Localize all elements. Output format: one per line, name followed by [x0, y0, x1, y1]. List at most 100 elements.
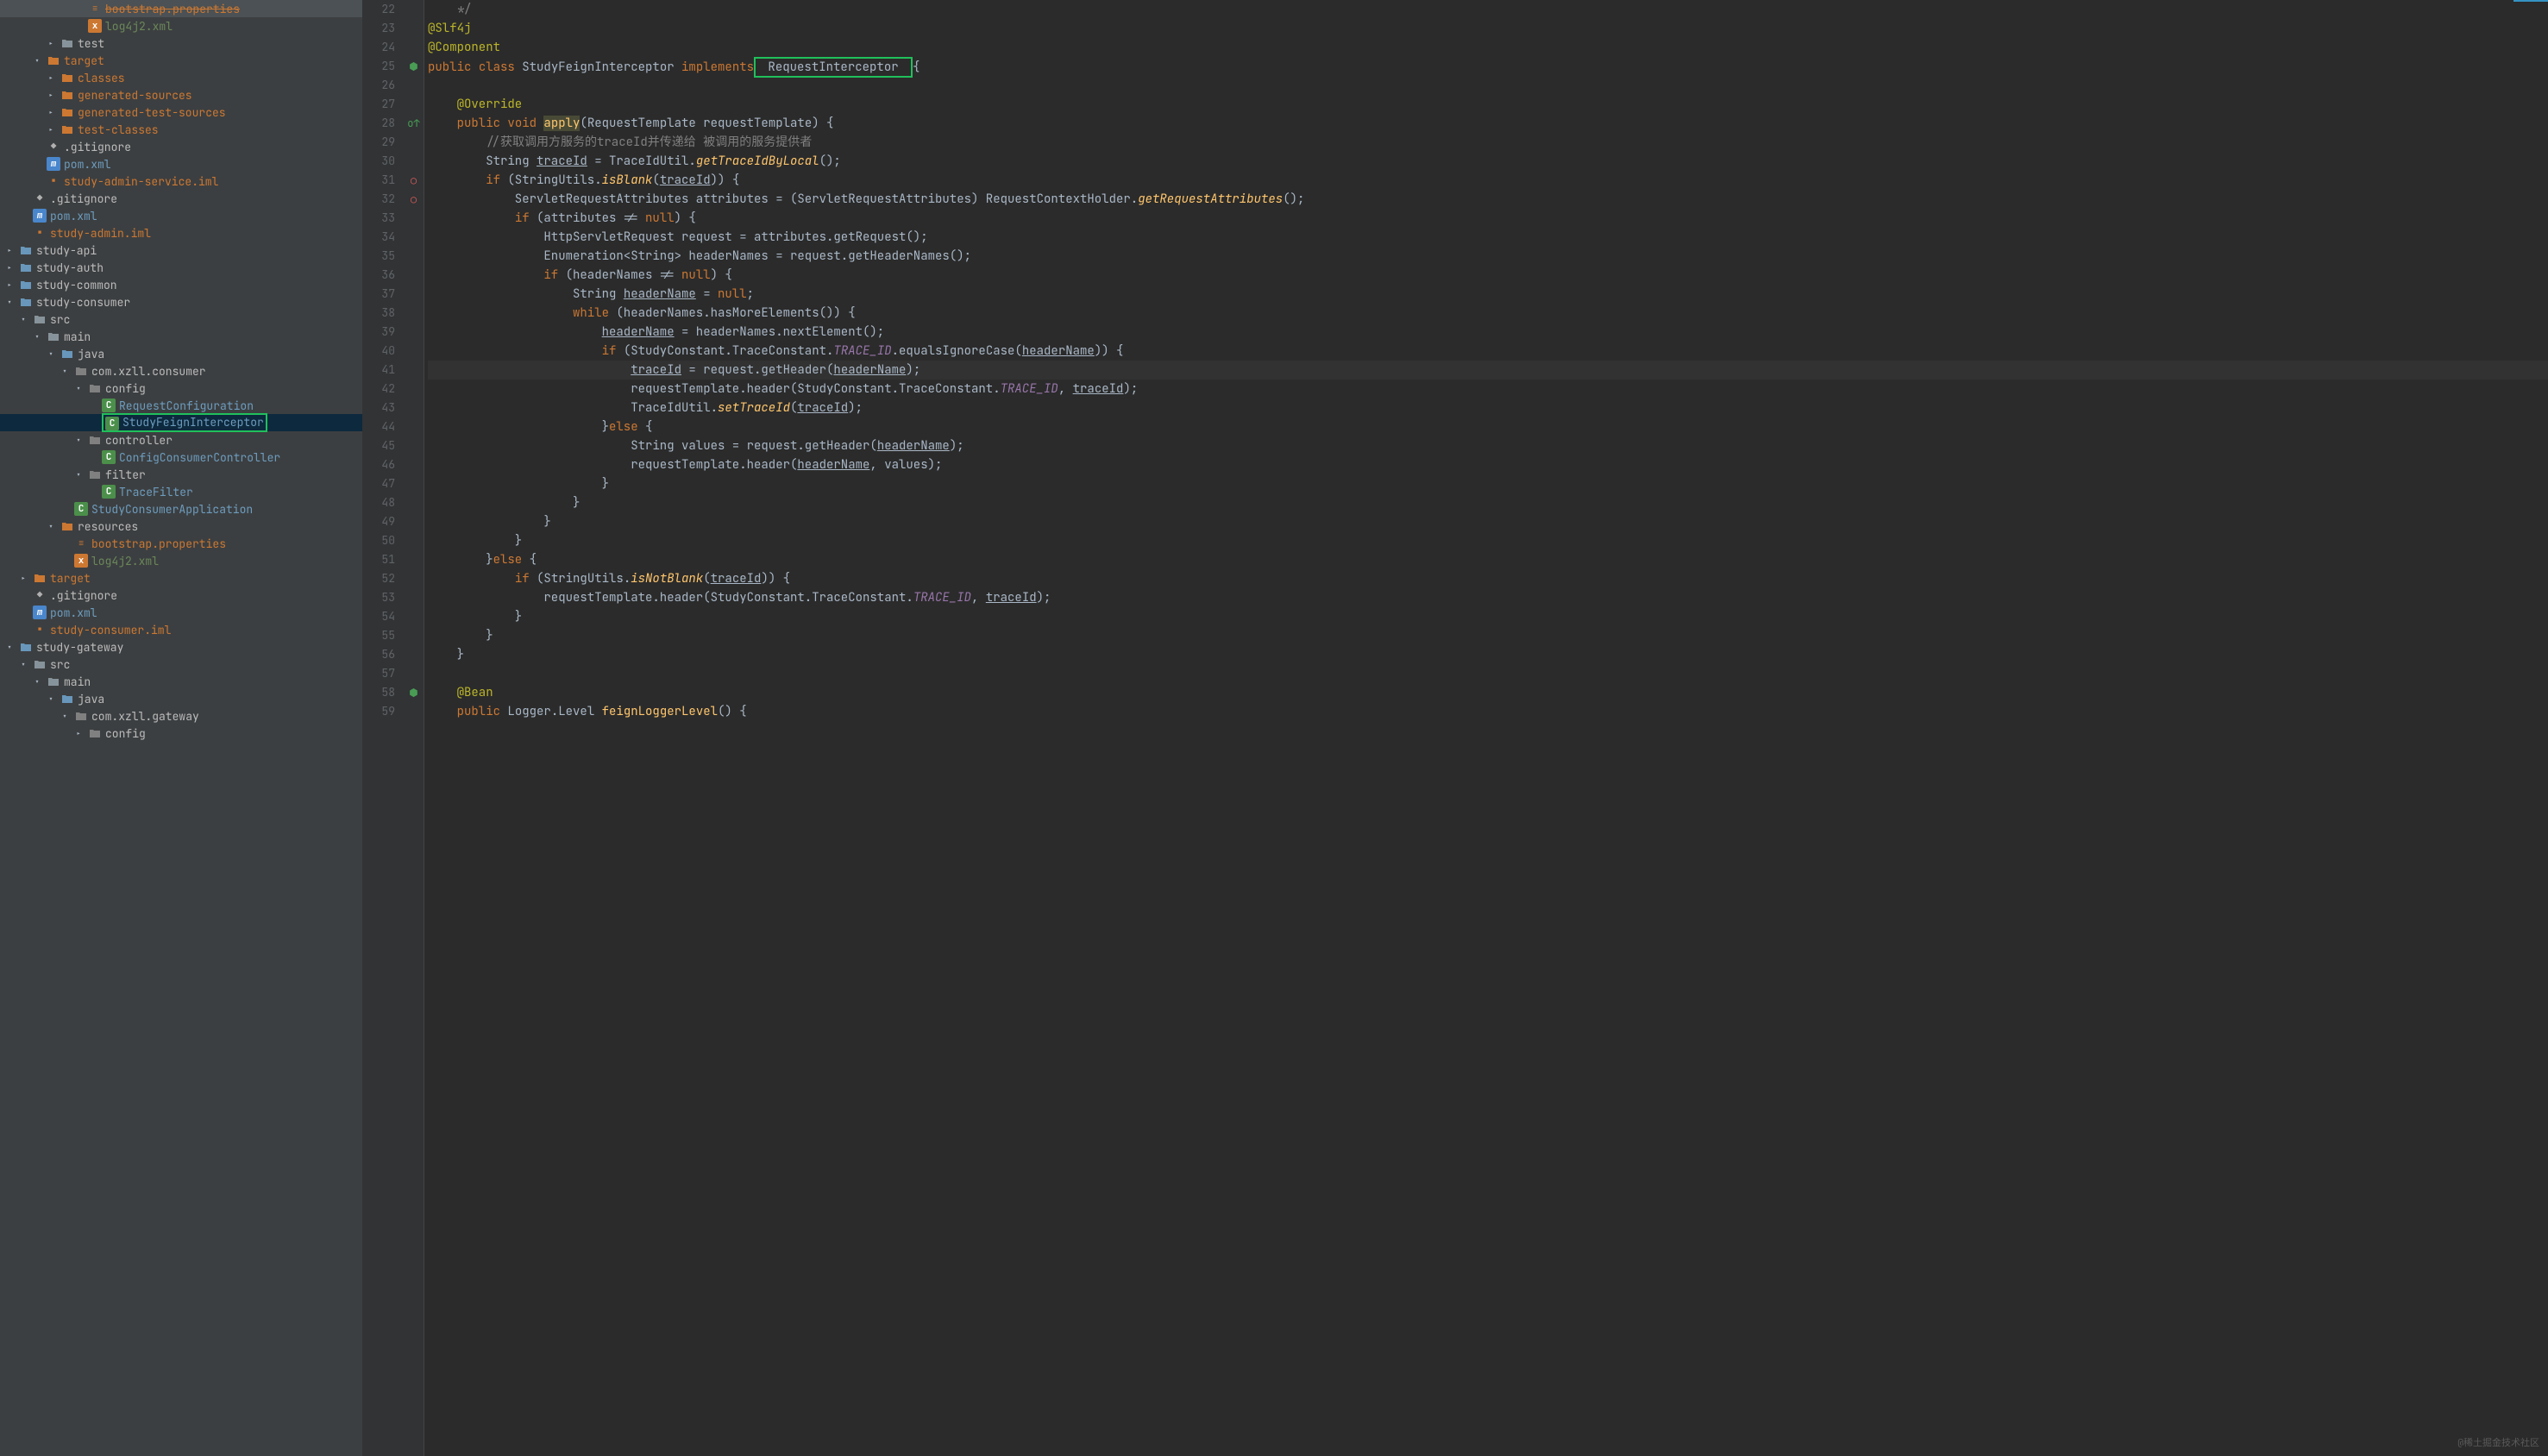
- tree-item-tracefilter[interactable]: CTraceFilter: [0, 483, 362, 500]
- tree-item-pom-xml[interactable]: mpom.xml: [0, 155, 362, 173]
- code-line[interactable]: }: [428, 493, 2548, 512]
- tree-item-study-admin-service-iml[interactable]: ▪study-admin-service.iml: [0, 173, 362, 190]
- tree-item-bootstrap-properties[interactable]: ≡bootstrap.properties: [0, 535, 362, 552]
- tree-arrow[interactable]: ▸: [48, 90, 59, 101]
- code-editor[interactable]: 2223242526272829303132333435363738394041…: [362, 0, 2548, 1456]
- tree-item-study-auth[interactable]: ▸study-auth: [0, 259, 362, 276]
- code-line[interactable]: [428, 664, 2548, 683]
- tree-arrow[interactable]: ▸: [7, 262, 17, 273]
- tree-item-study-gateway[interactable]: ▾study-gateway: [0, 638, 362, 656]
- tree-item--gitignore[interactable]: ◆.gitignore: [0, 190, 362, 207]
- tree-item-study-consumer[interactable]: ▾study-consumer: [0, 293, 362, 311]
- code-line[interactable]: }: [428, 645, 2548, 664]
- tree-arrow[interactable]: ▸: [48, 107, 59, 118]
- tree-arrow[interactable]: ▾: [35, 676, 45, 687]
- tree-item-bootstrap-properties[interactable]: ≡bootstrap.properties: [0, 0, 362, 17]
- tree-arrow[interactable]: ▾: [7, 297, 17, 308]
- code-line[interactable]: requestTemplate.header(StudyConstant.Tra…: [428, 588, 2548, 607]
- tree-item-study-consumer-iml[interactable]: ▪study-consumer.iml: [0, 621, 362, 638]
- tree-item-com-xzll-consumer[interactable]: ▾com.xzll.consumer: [0, 362, 362, 380]
- tree-item-configconsumercontroller[interactable]: CConfigConsumerController: [0, 449, 362, 466]
- code-line[interactable]: HttpServletRequest request = attributes.…: [428, 228, 2548, 247]
- code-line[interactable]: String traceId = TraceIdUtil.getTraceIdB…: [428, 152, 2548, 171]
- project-tree-sidebar[interactable]: ≡bootstrap.propertiesxlog4j2.xml▸test▾ta…: [0, 0, 362, 1456]
- tree-item--gitignore[interactable]: ◆.gitignore: [0, 587, 362, 604]
- tree-arrow[interactable]: ▸: [48, 124, 59, 135]
- tree-arrow[interactable]: ▸: [48, 38, 59, 49]
- code-line[interactable]: requestTemplate.header(StudyConstant.Tra…: [428, 380, 2548, 399]
- tree-arrow[interactable]: ▾: [62, 366, 72, 377]
- code-line[interactable]: public class StudyFeignInterceptor imple…: [428, 57, 2548, 76]
- code-line[interactable]: }: [428, 474, 2548, 493]
- tree-item--gitignore[interactable]: ◆.gitignore: [0, 138, 362, 155]
- code-line[interactable]: if (attributes != null) {: [428, 209, 2548, 228]
- tree-item-classes[interactable]: ▸classes: [0, 69, 362, 86]
- code-line[interactable]: }else {: [428, 417, 2548, 436]
- code-line[interactable]: while (headerNames.hasMoreElements()) {: [428, 304, 2548, 323]
- tree-arrow[interactable]: ▾: [35, 55, 45, 66]
- tree-item-resources[interactable]: ▾resources: [0, 518, 362, 535]
- tree-item-studyfeigninterceptor[interactable]: CStudyFeignInterceptor: [0, 414, 362, 431]
- tree-item-generated-test-sources[interactable]: ▸generated-test-sources: [0, 104, 362, 121]
- code-line[interactable]: Enumeration<String> headerNames = reques…: [428, 247, 2548, 266]
- tree-arrow[interactable]: ▾: [76, 435, 86, 446]
- tree-item-studyconsumerapplication[interactable]: CStudyConsumerApplication: [0, 500, 362, 518]
- code-line[interactable]: traceId = request.getHeader(headerName);: [428, 361, 2548, 380]
- tree-item-test-classes[interactable]: ▸test-classes: [0, 121, 362, 138]
- tree-arrow[interactable]: ▸: [7, 245, 17, 256]
- tree-arrow[interactable]: ▾: [48, 521, 59, 532]
- tree-item-test[interactable]: ▸test: [0, 35, 362, 52]
- code-line[interactable]: [428, 76, 2548, 95]
- tree-arrow[interactable]: ▸: [48, 72, 59, 84]
- code-line[interactable]: public void apply(RequestTemplate reques…: [428, 114, 2548, 133]
- tree-item-com-xzll-gateway[interactable]: ▾com.xzll.gateway: [0, 707, 362, 725]
- code-line[interactable]: if (StringUtils.isBlank(traceId)) {: [428, 171, 2548, 190]
- tree-arrow[interactable]: ▸: [7, 279, 17, 291]
- tree-item-src[interactable]: ▾src: [0, 311, 362, 328]
- code-line[interactable]: @Bean: [428, 683, 2548, 702]
- tree-item-java[interactable]: ▾java: [0, 345, 362, 362]
- code-line[interactable]: requestTemplate.header(headerName, value…: [428, 455, 2548, 474]
- code-line[interactable]: }: [428, 607, 2548, 626]
- tree-arrow[interactable]: ▾: [21, 659, 31, 670]
- tree-item-study-admin-iml[interactable]: ▪study-admin.iml: [0, 224, 362, 242]
- code-line[interactable]: @Slf4j: [428, 19, 2548, 38]
- tree-item-log4j2-xml[interactable]: xlog4j2.xml: [0, 17, 362, 35]
- tree-arrow[interactable]: ▸: [76, 728, 86, 739]
- tree-item-pom-xml[interactable]: mpom.xml: [0, 207, 362, 224]
- tree-item-study-api[interactable]: ▸study-api: [0, 242, 362, 259]
- tree-item-target[interactable]: ▾target: [0, 52, 362, 69]
- code-line[interactable]: if (StudyConstant.TraceConstant.TRACE_ID…: [428, 342, 2548, 361]
- tree-arrow[interactable]: ▾: [62, 711, 72, 722]
- tree-item-config[interactable]: ▸config: [0, 725, 362, 742]
- tree-item-study-common[interactable]: ▸study-common: [0, 276, 362, 293]
- code-line[interactable]: @Override: [428, 95, 2548, 114]
- code-line[interactable]: public Logger.Level feignLoggerLevel() {: [428, 702, 2548, 721]
- code-line[interactable]: */: [428, 0, 2548, 19]
- code-content[interactable]: */@Slf4j@Componentpublic class StudyFeig…: [424, 0, 2548, 1456]
- tree-item-requestconfiguration[interactable]: CRequestConfiguration: [0, 397, 362, 414]
- tree-arrow[interactable]: ▾: [48, 693, 59, 705]
- tree-item-target[interactable]: ▸target: [0, 569, 362, 587]
- tree-item-config[interactable]: ▾config: [0, 380, 362, 397]
- code-line[interactable]: String headerName = null;: [428, 285, 2548, 304]
- tree-item-controller[interactable]: ▾controller: [0, 431, 362, 449]
- code-line[interactable]: //获取调用方服务的traceId并传递给 被调用的服务提供者: [428, 133, 2548, 152]
- tree-item-main[interactable]: ▾main: [0, 328, 362, 345]
- code-line[interactable]: }: [428, 626, 2548, 645]
- tree-item-java[interactable]: ▾java: [0, 690, 362, 707]
- code-line[interactable]: }else {: [428, 550, 2548, 569]
- code-line[interactable]: String values = request.getHeader(header…: [428, 436, 2548, 455]
- tree-arrow[interactable]: ▾: [76, 383, 86, 394]
- tree-arrow[interactable]: ▾: [76, 469, 86, 480]
- tree-item-pom-xml[interactable]: mpom.xml: [0, 604, 362, 621]
- tree-arrow[interactable]: ▾: [21, 314, 31, 325]
- code-line[interactable]: TraceIdUtil.setTraceId(traceId);: [428, 399, 2548, 417]
- tree-arrow[interactable]: ▸: [21, 573, 31, 584]
- code-line[interactable]: if (StringUtils.isNotBlank(traceId)) {: [428, 569, 2548, 588]
- code-line[interactable]: ServletRequestAttributes attributes = (S…: [428, 190, 2548, 209]
- code-line[interactable]: }: [428, 512, 2548, 531]
- tree-arrow[interactable]: ▾: [35, 331, 45, 342]
- tree-item-filter[interactable]: ▾filter: [0, 466, 362, 483]
- code-line[interactable]: if (headerNames != null) {: [428, 266, 2548, 285]
